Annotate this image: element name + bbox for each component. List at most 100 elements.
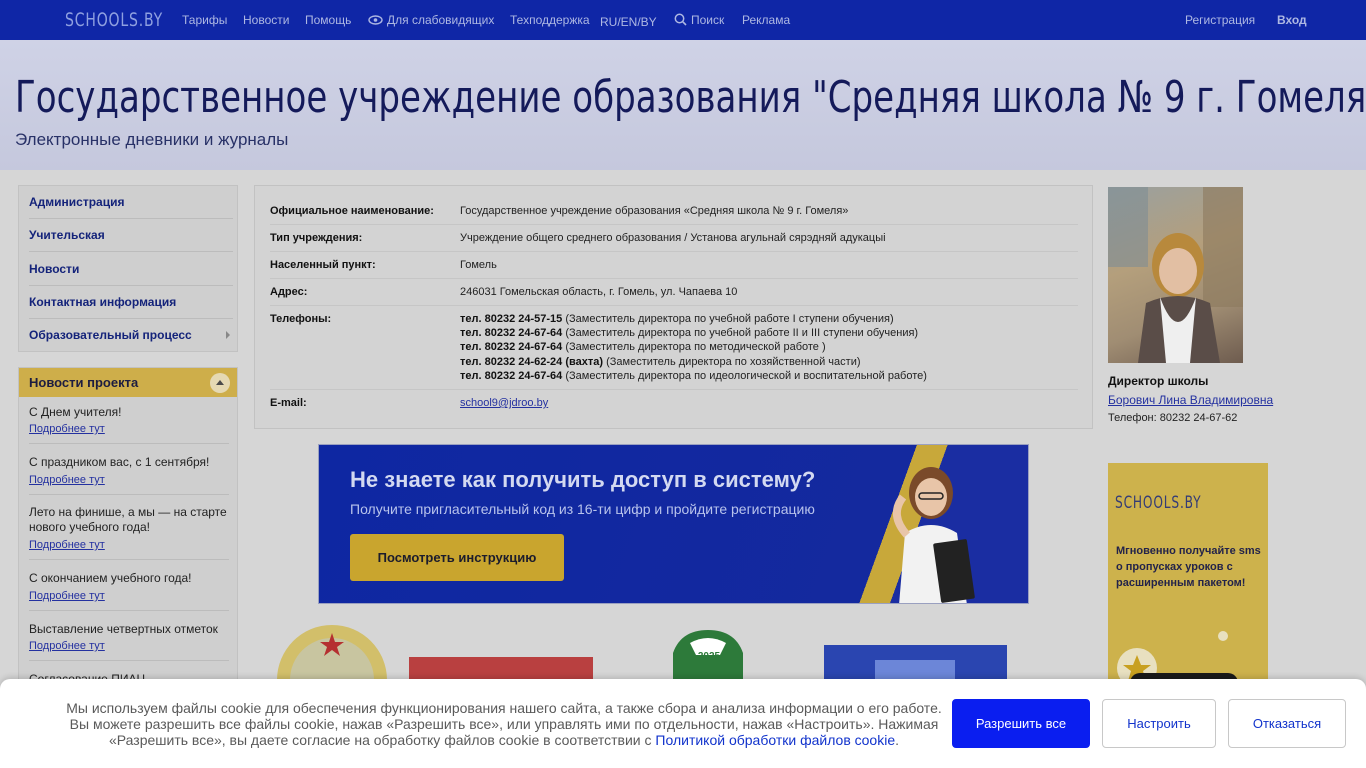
phone-line: тел. 80232 24-67-64 (Заместитель директо… xyxy=(460,341,826,353)
nav-ads[interactable]: Реклама xyxy=(742,13,790,27)
phone-description: (Заместитель директора по хозяйственной … xyxy=(606,356,861,368)
info-value: 246031 Гомельская область, г. Гомель, ул… xyxy=(460,286,738,298)
partner-logos-row: 2025 xyxy=(277,625,1007,685)
emblem-year: 2025 xyxy=(698,651,721,662)
phone-description: (Заместитель директора по методической р… xyxy=(565,341,826,353)
phone-line: тел. 80232 24-67-64 (Заместитель директо… xyxy=(460,370,927,382)
divider xyxy=(29,494,229,495)
info-value: Гомель xyxy=(460,259,497,271)
news-item-title[interactable]: С окончанием учебного года! xyxy=(29,571,229,586)
year-2025-emblem-icon: 2025 xyxy=(673,630,743,685)
page-title: Государственное учреждение образования "… xyxy=(15,72,1366,123)
school-info-table: Официальное наименование: Государственно… xyxy=(254,185,1093,429)
site-logo[interactable]: SCHOOLS.BY xyxy=(65,9,163,31)
project-news-panel: Новости проекта С Днем учителя! Подробне… xyxy=(18,367,238,697)
sidebar-item-education[interactable]: Образовательный процесс xyxy=(29,328,192,342)
director-title: Директор школы xyxy=(1108,374,1209,388)
news-item-title[interactable]: Лето на финише, а мы — на старте нового … xyxy=(29,505,229,535)
info-label: Официальное наименование: xyxy=(270,205,434,217)
banner-subtext: Получите пригласительный код из 16-ти ци… xyxy=(350,501,815,517)
info-label: E-mail: xyxy=(270,397,307,409)
nav-tariffs[interactable]: Тарифы xyxy=(182,13,227,27)
sidebar-item-teachers[interactable]: Учительская xyxy=(29,228,105,242)
news-more-link[interactable]: Подробнее тут xyxy=(29,640,105,652)
eye-icon xyxy=(368,14,383,28)
divider xyxy=(29,559,229,560)
sidebar-item-contacts[interactable]: Контактная информация xyxy=(29,295,176,309)
search-icon xyxy=(674,13,687,29)
divider xyxy=(270,224,1078,225)
woman-with-folder-illustration xyxy=(893,467,975,603)
nav-search-label: Поиск xyxy=(691,13,725,28)
ad-text: Мгновенно получайте sms о пропусках урок… xyxy=(1116,545,1261,589)
info-value: Государственное учреждение образования «… xyxy=(460,205,849,217)
director-phone: Телефон: 80232 24-67-62 xyxy=(1108,412,1238,424)
collapse-toggle-icon[interactable] xyxy=(210,373,230,393)
divider xyxy=(270,389,1078,390)
sidebar-menu: Администрация Учительская Новости Контак… xyxy=(18,185,238,352)
phone-number: тел. 80232 24-67-64 xyxy=(460,341,563,353)
sidebar-item-news[interactable]: Новости xyxy=(29,262,79,276)
director-portrait-image xyxy=(1108,187,1243,363)
belarus-emblem-icon xyxy=(277,625,387,685)
phone-number: тел. 80232 24-67-64 xyxy=(460,327,563,339)
divider xyxy=(29,318,233,319)
divider xyxy=(29,610,229,611)
email-link[interactable]: school9@jdroo.by xyxy=(460,397,548,409)
refuse-cookies-button[interactable]: Отказаться xyxy=(1228,699,1346,748)
info-label: Населенный пункт: xyxy=(270,259,376,271)
info-label: Телефоны: xyxy=(270,313,332,325)
register-link[interactable]: Регистрация xyxy=(1185,13,1255,27)
page-subtitle: Электронные дневники и журналы xyxy=(15,130,289,149)
chevron-right-icon xyxy=(226,331,230,339)
news-more-link[interactable]: Подробнее тут xyxy=(29,590,105,602)
director-name-link[interactable]: Борович Лина Владимировна xyxy=(1108,393,1273,407)
nav-low-vision[interactable]: Для слабовидящих xyxy=(368,13,494,28)
ad-brand-logo: SCHOOLS.BY xyxy=(1115,493,1202,513)
nav-news[interactable]: Новости xyxy=(243,13,289,27)
phone-line: тел. 80232 24-62-24 (вахта) (Заместитель… xyxy=(460,356,861,368)
nav-help[interactable]: Помощь xyxy=(305,13,351,27)
divider xyxy=(29,218,233,219)
sms-service-ad[interactable]: SCHOOLS.BY Мгновенно получайте sms о про… xyxy=(1108,463,1268,698)
news-more-link[interactable]: Подробнее тут xyxy=(29,539,105,551)
divider xyxy=(29,285,233,286)
view-instructions-button[interactable]: Посмотреть инструкцию xyxy=(350,534,564,581)
sidebar-item-administration[interactable]: Администрация xyxy=(29,195,124,209)
nav-search[interactable]: Поиск xyxy=(674,13,724,29)
access-instructions-banner[interactable]: Не знаете как получить доступ в систему?… xyxy=(318,444,1029,604)
login-link[interactable]: Вход xyxy=(1277,13,1307,27)
phone-number: тел. 80232 24-57-15 xyxy=(460,313,563,325)
news-more-link[interactable]: Подробнее тут xyxy=(29,474,105,486)
news-item-title[interactable]: Выставление четвертных отметок xyxy=(29,622,229,637)
phone-number: тел. 80232 24-62-24 (вахта) xyxy=(460,356,604,368)
info-label: Тип учреждения: xyxy=(270,232,363,244)
configure-cookies-button[interactable]: Настроить xyxy=(1102,699,1216,748)
cookie-consent-banner: Мы используем файлы cookie для обеспечен… xyxy=(0,679,1366,768)
info-value: Учреждение общего среднего образования /… xyxy=(460,232,886,244)
phone-number: тел. 80232 24-67-64 xyxy=(460,370,563,382)
news-item-title[interactable]: С праздником вас, с 1 сентября! xyxy=(29,455,229,470)
divider xyxy=(270,278,1078,279)
top-navigation-bar: SCHOOLS.BY Тарифы Новости Помощь Для сла… xyxy=(0,0,1366,40)
cookie-message: Мы используем файлы cookie для обеспечен… xyxy=(66,700,942,748)
info-label: Адрес: xyxy=(270,286,308,298)
nav-support[interactable]: Техподдержка xyxy=(510,13,590,27)
news-more-link[interactable]: Подробнее тут xyxy=(29,423,105,435)
phone-line: тел. 80232 24-57-15 (Заместитель директо… xyxy=(460,313,894,325)
divider xyxy=(29,251,233,252)
phone-description: (Заместитель директора по идеологической… xyxy=(565,370,927,382)
divider xyxy=(270,251,1078,252)
allow-all-cookies-button[interactable]: Разрешить все xyxy=(952,699,1090,748)
banner-headline: Не знаете как получить доступ в систему? xyxy=(350,467,816,492)
nav-low-vision-label: Для слабовидящих xyxy=(387,13,495,27)
project-news-header: Новости проекта xyxy=(19,368,237,397)
cookie-policy-link[interactable]: Политикой обработки файлов cookie xyxy=(655,732,895,748)
divider xyxy=(29,443,229,444)
phone-line: тел. 80232 24-67-64 (Заместитель директо… xyxy=(460,327,918,339)
phone-description: (Заместитель директора по учебной работе… xyxy=(565,327,919,339)
news-item-title[interactable]: С Днем учителя! xyxy=(29,405,229,420)
nav-language[interactable]: RU/EN/BY xyxy=(600,15,657,29)
director-photo xyxy=(1108,187,1243,363)
divider xyxy=(270,305,1078,306)
